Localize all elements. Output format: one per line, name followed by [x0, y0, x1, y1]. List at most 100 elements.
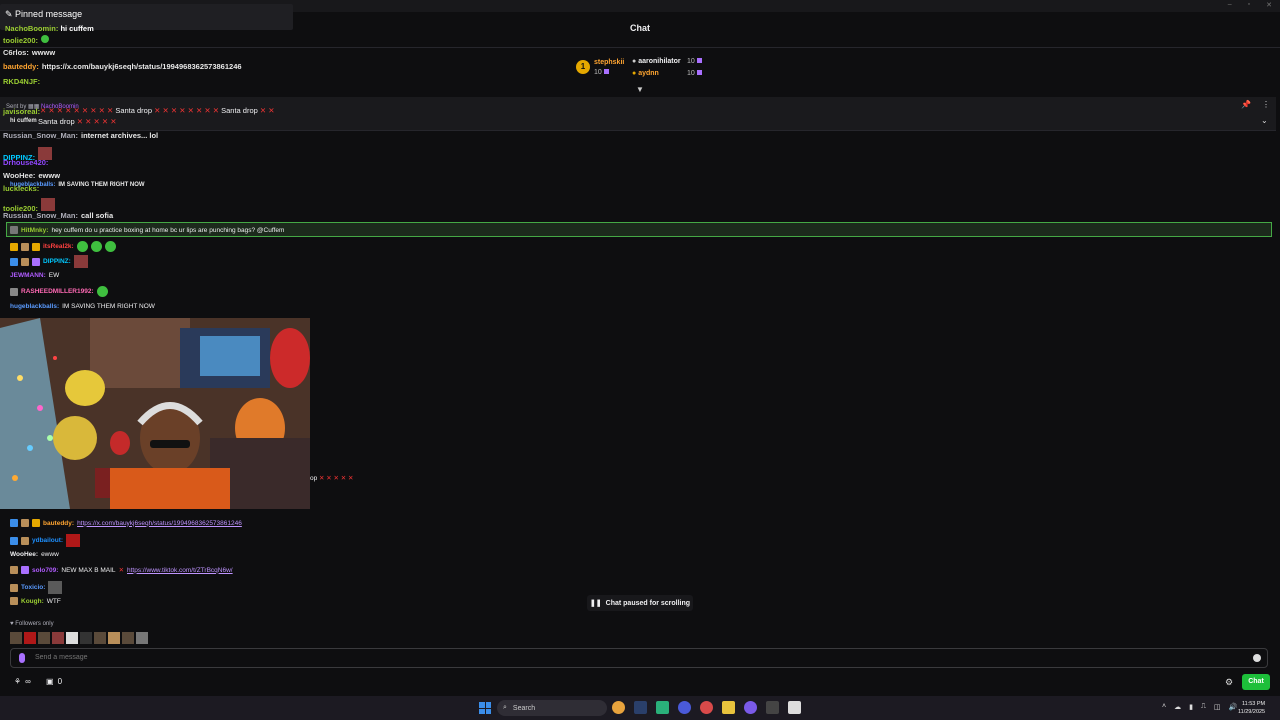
overlay-line: C6rlos: wwww	[3, 48, 56, 57]
channel-points[interactable]: ⚘ ∞	[14, 677, 31, 686]
chat-input-box[interactable]	[10, 648, 1268, 668]
emote	[48, 581, 63, 594]
pinned-message: NachoBoomin: hi cuffem	[5, 24, 94, 33]
leaderboard-third-name: ● aydnn	[632, 70, 659, 77]
overlay-line: RKD4NJF:	[3, 77, 41, 86]
more-options-icon[interactable]: ⋮	[1262, 100, 1270, 109]
emote	[90, 241, 102, 252]
webcam-feed	[0, 318, 310, 509]
user-badge	[10, 226, 18, 234]
chat-message[interactable]: JEWMANN: EW	[10, 272, 59, 279]
chat-message[interactable]: bauteddy: https://x.com/bauykj6seqh/stat…	[10, 519, 242, 527]
emote	[76, 241, 88, 252]
message-link[interactable]: https://x.com/bauykj6seqh/status/1994968…	[77, 520, 242, 527]
overlay-pinned-box: ✎ Pinned message NachoBoomin: hi cuffem	[0, 4, 293, 33]
system-tray[interactable]: ˄ ☁ ▮ ⎍ ◫ 🔊	[1162, 703, 1237, 711]
app-icon[interactable]	[656, 701, 669, 714]
pin-icon[interactable]: 📌	[1241, 100, 1251, 109]
chat-message[interactable]: DIPPINZ:	[10, 255, 88, 268]
overlay-line: toolie200:	[3, 35, 50, 45]
folder-icon[interactable]	[722, 701, 735, 714]
pinned-label: ✎ Pinned message	[5, 9, 83, 19]
gem-icon	[696, 70, 702, 75]
user-badge	[10, 287, 18, 296]
user-badge	[32, 257, 40, 266]
followers-only-label: ♥ Followers only	[10, 621, 54, 627]
gift-leaderboard[interactable]: 1 stephskii 10 ● aaronihilator 10 ● aydn…	[576, 57, 716, 81]
steam-icon[interactable]	[634, 701, 647, 714]
message-link[interactable]: https://www.tiktok.com/t/ZTrBcqN6w/	[127, 567, 233, 574]
chat-paused-button[interactable]: ❚❚ Chat paused for scrolling	[587, 595, 693, 611]
app-icon[interactable]	[700, 701, 713, 714]
terminal-icon[interactable]	[766, 701, 779, 714]
user-badge	[21, 257, 29, 266]
app-icon[interactable]	[788, 701, 801, 714]
user-badge	[10, 257, 18, 266]
chevron-down-icon[interactable]: ⌄	[1261, 116, 1268, 125]
user-badge	[21, 536, 29, 545]
webcam-image	[0, 318, 310, 509]
overlay-line: bauteddy: https://x.com/bauykj6seqh/statu…	[3, 62, 242, 71]
close-button[interactable]: ✕	[1266, 1, 1272, 9]
user-badge	[10, 597, 18, 605]
points-icon: ⚘	[14, 677, 22, 686]
drops-counter[interactable]: ▣ 0	[46, 677, 62, 686]
user-badge	[32, 519, 40, 527]
gift-icon: ▣	[46, 677, 54, 686]
minimize-button[interactable]: –	[1228, 1, 1232, 9]
user-badge	[10, 242, 18, 251]
leaderboard-second-name: ● aaronihilator	[632, 58, 681, 65]
user-badge	[10, 536, 18, 545]
chrome-icon[interactable]	[612, 701, 625, 714]
user-badge	[21, 566, 29, 574]
chat-message[interactable]: hugeblackballs: IM SAVING THEM RIGHT NOW	[10, 303, 155, 310]
overlay-line: lucklecks:	[3, 184, 40, 193]
leaderboard-first-name: stephskii	[594, 59, 625, 66]
maximize-button[interactable]: ▫	[1248, 1, 1250, 9]
chat-message[interactable]: Toxicio:	[10, 581, 63, 594]
overlay-line: Russian_Snow_Man: call sofia	[3, 211, 114, 220]
gem-icon	[603, 69, 609, 74]
leaderboard-third-value: 10	[687, 70, 702, 77]
emote	[96, 286, 108, 297]
badge-row[interactable]	[10, 632, 148, 644]
user-badge	[10, 583, 18, 592]
chat-message[interactable]: HitMnky: hey cuffem do u practice boxing…	[10, 226, 284, 234]
emote	[41, 198, 56, 211]
emote	[104, 241, 116, 252]
collapse-leaderboard-icon[interactable]: ▼	[636, 85, 644, 94]
chat-message[interactable]: itsReal2k:	[10, 241, 116, 252]
gem-icon	[696, 58, 702, 63]
chat-message[interactable]: RASHEEDMILLER1992:	[10, 286, 108, 297]
overlay-hi: hi cuffem	[10, 118, 37, 124]
microphone-icon[interactable]	[19, 653, 25, 663]
chat-message[interactable]: Kough: WTF	[10, 597, 61, 605]
chat-message[interactable]: ydbailout:	[10, 534, 81, 547]
emote	[66, 534, 81, 547]
user-badge	[21, 519, 29, 527]
overlay-line: javisoreal:	[3, 107, 41, 116]
user-badge	[21, 242, 29, 251]
discord-icon[interactable]	[744, 701, 757, 714]
chat-send-button[interactable]: Chat	[1242, 674, 1270, 690]
emote	[73, 255, 88, 268]
overlay-line: Russian_Snow_Man: internet archives... lo…	[3, 131, 159, 140]
overlay-line: WooHee: ewww	[3, 171, 61, 180]
chat-message[interactable]: WooHee: ewww	[10, 551, 59, 558]
chat-message[interactable]: solo709: NEW MAX B MAIL ✕ https://www.ti…	[10, 566, 233, 574]
emote	[41, 35, 50, 43]
user-badge	[32, 242, 40, 251]
overlay-line: Drhouse420:	[3, 158, 49, 167]
windows-start-icon[interactable]	[479, 702, 491, 714]
search-icon: ⌕	[503, 704, 507, 711]
user-badge	[10, 566, 18, 574]
gear-icon[interactable]: ⚙	[1225, 677, 1233, 688]
app-icon[interactable]	[678, 701, 691, 714]
taskbar-search[interactable]: ⌕ Search	[497, 700, 607, 716]
taskbar-clock[interactable]: 11:53 PM 11/29/2025	[1238, 700, 1265, 716]
chat-input[interactable]	[35, 654, 1135, 661]
taskbar-apps	[612, 701, 801, 714]
leaderboard-second-value: 10	[687, 58, 702, 65]
emoji-icon[interactable]	[1253, 654, 1261, 662]
leaderboard-first-value: 10	[594, 69, 609, 76]
